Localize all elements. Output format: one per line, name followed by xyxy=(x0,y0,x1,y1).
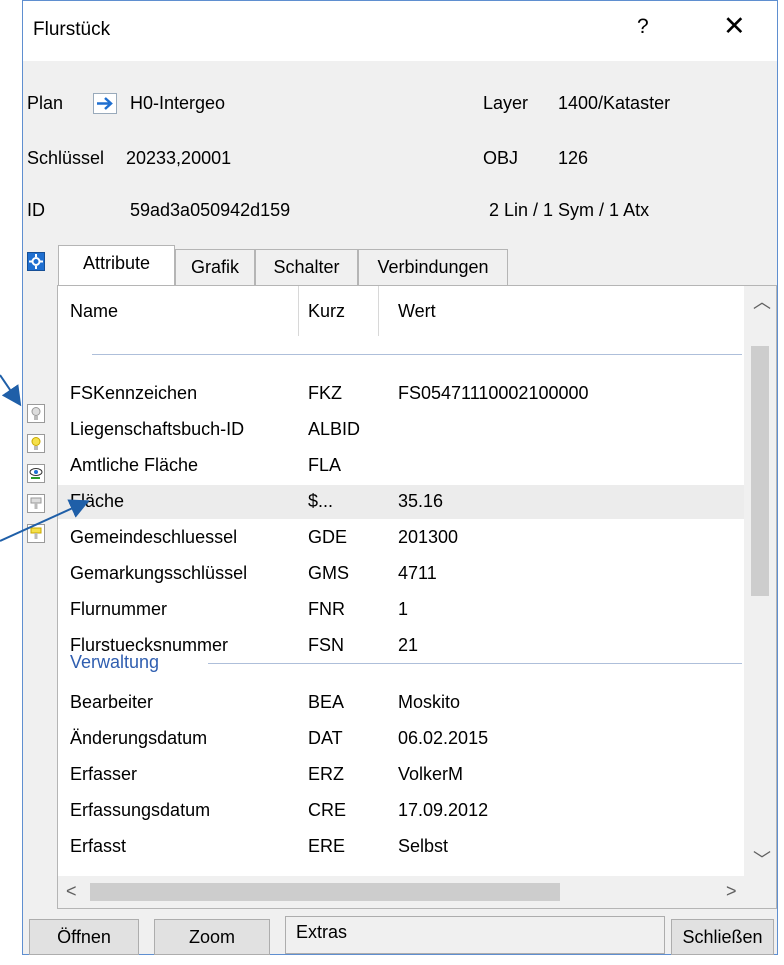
annotation-arrow xyxy=(0,499,90,542)
annotation-arrows xyxy=(0,374,90,542)
annotation-arrow xyxy=(0,374,22,407)
